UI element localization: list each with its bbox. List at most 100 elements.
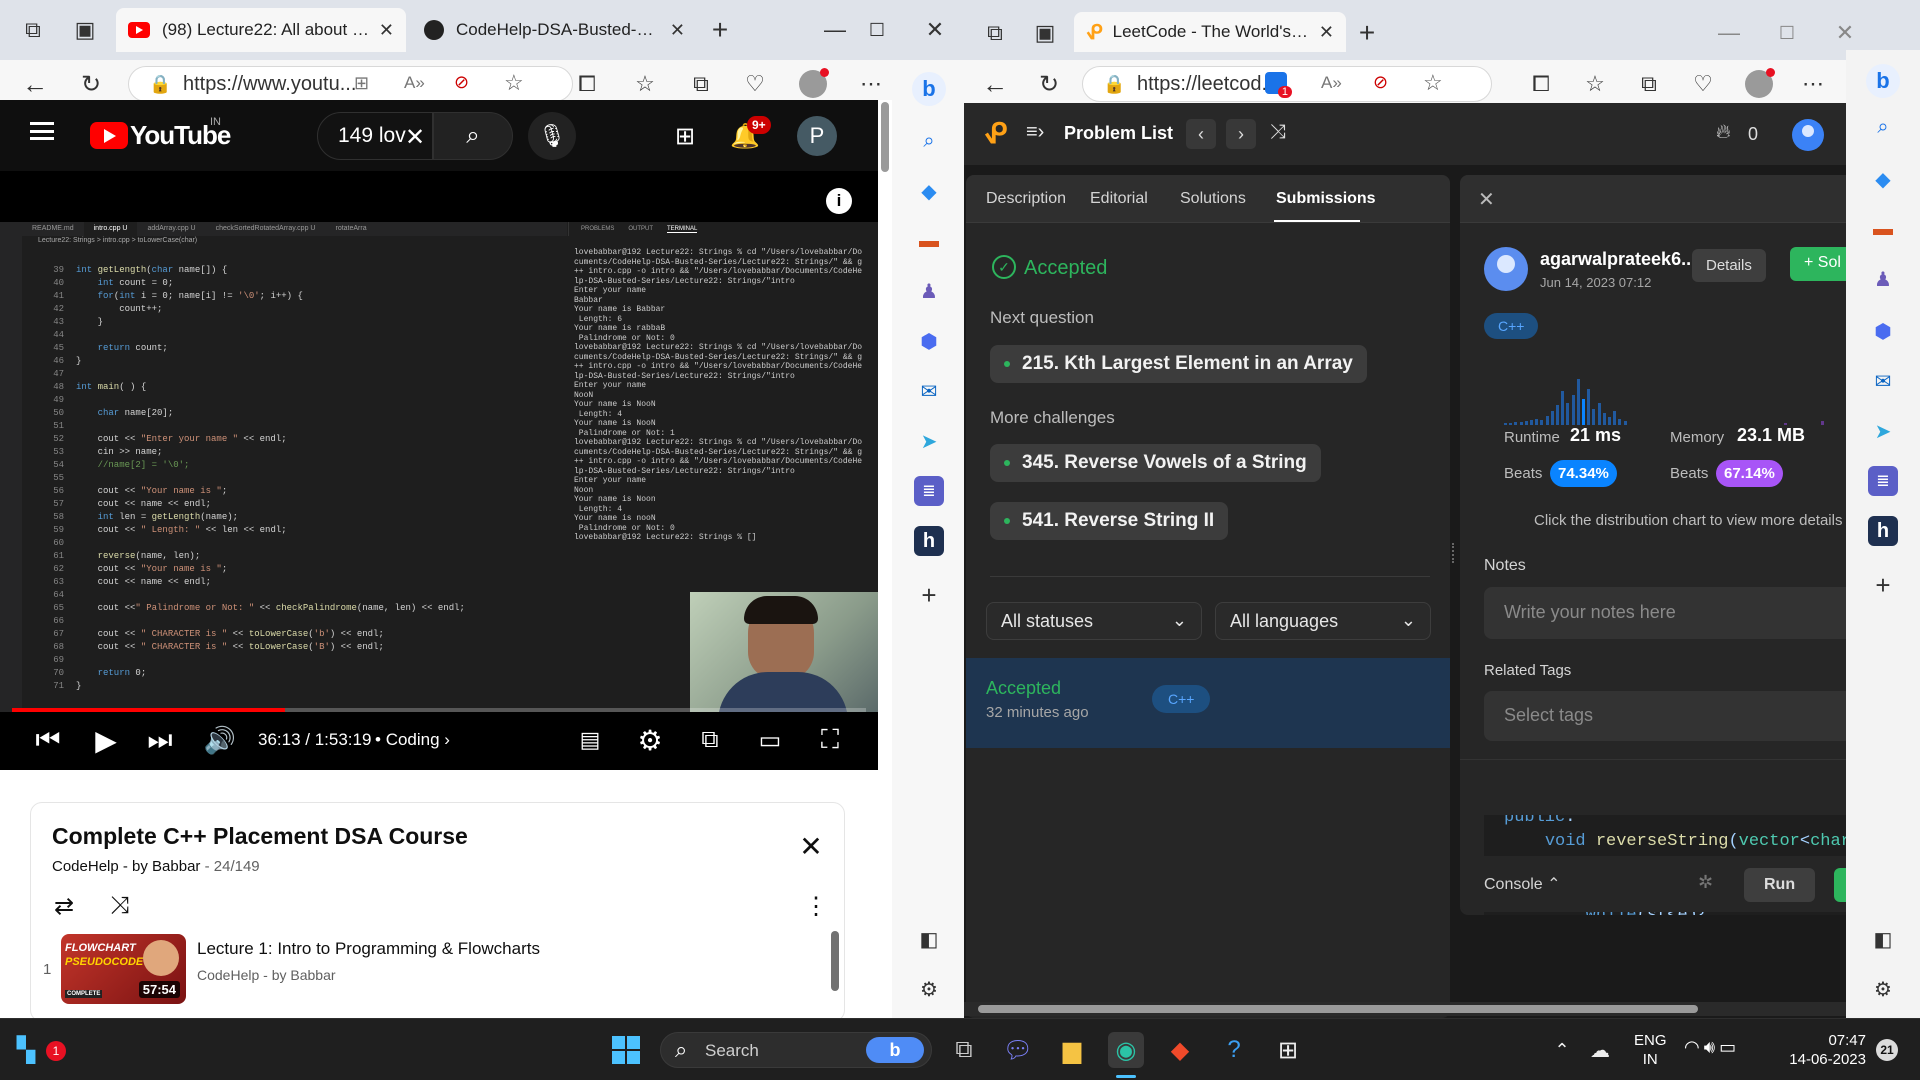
outlook-icon[interactable]: ✉ [914,376,944,406]
show-hidden-icons[interactable]: ⌃ [1544,1032,1580,1068]
notification-count-badge[interactable]: 21 [1876,1039,1898,1061]
anydesk-icon[interactable]: ◆ [1162,1032,1198,1068]
read-aloud-icon[interactable]: A» [404,73,425,93]
games-icon[interactable]: ♟ [914,276,944,306]
more-menu-icon[interactable]: ⋯ [1798,69,1828,99]
playlist-item-thumbnail[interactable]: FLOWCHART PSEUDOCODE COMPLETE 57:54 [61,934,186,1004]
details-button[interactable]: Details [1692,249,1766,282]
games-icon[interactable]: ♟ [1868,264,1898,294]
next-icon[interactable]: ⏭ [140,720,180,760]
create-video-icon[interactable]: ⊞ [665,116,705,156]
play-icon[interactable]: ▶ [86,720,126,760]
page-scrollbar[interactable] [878,100,892,1018]
tracking-prevention-icon[interactable]: ⊘ [1373,72,1388,93]
new-tab-icon[interactable]: + [705,14,735,45]
horizontal-scrollbar[interactable] [964,1002,1846,1016]
console-toggle[interactable]: Console ⌃ [1484,874,1561,894]
url-field[interactable]: 🔒 https://leetcod... 1 A» ⊘ ☆ [1082,66,1492,102]
search-button[interactable]: ⌕ [433,112,513,160]
run-button[interactable]: Run [1744,868,1816,902]
youtube-logo-icon[interactable] [90,122,128,149]
miniplayer-icon[interactable]: ⧉ [690,720,730,760]
playlist-item-title[interactable]: Lecture 1: Intro to Programming & Flowch… [197,939,540,959]
app-available-icon[interactable]: ⊞ [354,73,369,94]
file-explorer-icon[interactable]: ▆ [1054,1032,1090,1068]
sidebar-settings-icon[interactable]: ⚙ [1868,974,1898,1004]
help-icon[interactable]: ? [1216,1032,1252,1068]
shopping-tag-icon[interactable]: ◆ [1868,164,1898,194]
tab-actions-icon[interactable]: ▣ [1030,18,1060,48]
h-app-icon[interactable]: h [914,526,944,556]
hamburger-menu-icon[interactable] [30,122,54,140]
close-window-icon[interactable]: ✕ [920,15,950,45]
tab-youtube[interactable]: (98) Lecture22: All about Char A ✕ [116,8,406,52]
clear-search-icon[interactable]: ✕ [400,122,430,152]
challenge-link[interactable]: 541. Reverse String II [990,502,1229,540]
streak-fire-icon[interactable]: 🔥︎ [1716,121,1731,144]
problem-list-icon[interactable]: ≡› [1026,121,1044,144]
drop-icon[interactable]: ➤ [914,426,944,456]
random-problem-icon[interactable]: ⤨ [1270,121,1286,144]
widgets-icon[interactable]: ▚ [8,1032,44,1068]
maximize-icon[interactable]: ☐ [862,15,892,45]
teams-chat-icon[interactable]: 💬︎ [1000,1032,1036,1068]
tools-icon[interactable]: ▬ [914,226,944,256]
close-detail-icon[interactable]: ✕ [1478,187,1495,212]
tab-description[interactable]: Description [986,190,1066,208]
sidebar-settings-icon[interactable]: ⚙ [914,974,944,1004]
drop-icon[interactable]: ➤ [1868,416,1898,446]
next-problem-icon[interactable]: › [1226,119,1256,149]
language-filter[interactable]: All languages ⌄ [1215,602,1431,640]
loop-playlist-icon[interactable]: ⇄ [47,889,81,923]
volume-icon[interactable]: 🔊 [200,720,240,760]
workspaces-icon[interactable]: ⧉ [18,15,48,45]
favorite-star-icon[interactable]: ☆ [1423,70,1443,96]
progress-track[interactable] [12,708,866,712]
submitter-username[interactable]: agarwalprateek6... [1540,249,1696,270]
playlist-item-channel[interactable]: CodeHelp - by Babbar [197,967,336,983]
tools-icon[interactable]: ▬ [1868,214,1898,244]
h-app-icon[interactable]: h [1868,516,1898,546]
task-view-icon[interactable]: ⧉ [946,1032,982,1068]
theater-mode-icon[interactable]: ▭ [750,720,790,760]
microsoft-store-icon[interactable]: ⊞ [1270,1032,1306,1068]
read-aloud-icon[interactable]: A» [1321,73,1342,93]
tags-select[interactable]: Select tags [1484,691,1846,741]
chapter-button[interactable]: • Coding › [375,730,450,750]
tab-submissions[interactable]: Submissions [1276,190,1376,208]
tab-leetcode[interactable]: ᕵ LeetCode - The World's Leading ✕ [1074,12,1346,52]
close-tab-icon[interactable]: ✕ [379,20,394,41]
debug-bug-icon[interactable]: ✲ [1698,872,1713,893]
problem-list-link[interactable]: Problem List [1064,123,1173,144]
shopping-tag-icon[interactable]: ◆ [914,176,944,206]
bing-chat-icon[interactable]: b [1866,64,1900,98]
browser-essentials-icon[interactable]: ♡ [1688,69,1718,99]
add-sidebar-app-icon[interactable]: + [1868,570,1898,600]
favorites-icon[interactable]: ☆ [1580,69,1610,99]
language-indicator[interactable]: ENG IN [1634,1031,1667,1069]
solution-button[interactable]: + Sol [1790,247,1846,281]
collections-icon[interactable]: ⧉ [1634,69,1664,99]
close-window-icon[interactable]: ✕ [1830,18,1860,48]
playlist-title[interactable]: Complete C++ Placement DSA Course [52,823,468,850]
tab-github[interactable]: CodeHelp-DSA-Busted-Series/L ✕ [412,8,697,52]
url-field[interactable]: 🔒 https://www.youtu... ⊞ A» ⊘ ☆ [128,66,573,102]
next-question-link[interactable]: 215. Kth Largest Element in an Array [990,345,1367,383]
user-avatar[interactable] [1792,119,1824,151]
previous-icon[interactable]: ⏮ [28,720,68,760]
refresh-icon[interactable]: ↻ [1034,69,1064,99]
back-icon[interactable]: ← [980,69,1010,99]
search-icon[interactable]: ⌕ [914,126,944,156]
add-sidebar-app-icon[interactable]: + [914,580,944,610]
settings-gear-icon[interactable]: ⚙ [630,720,670,760]
leetcode-logo-icon[interactable]: ᕵ [984,117,1007,150]
system-tray-icons[interactable]: ◠🔊︎▭ [1684,1037,1740,1058]
info-icon[interactable]: i [826,188,852,214]
extensions-icon[interactable]: ⧠ [1526,69,1556,99]
browser-essentials-icon[interactable]: ♡ [740,69,770,99]
tracking-prevention-icon[interactable]: ⊘ [454,72,469,93]
back-icon[interactable]: ← [20,69,50,99]
fullscreen-icon[interactable]: ⛶ [810,720,850,760]
start-icon[interactable] [608,1032,644,1068]
profile-avatar[interactable] [1744,68,1775,99]
